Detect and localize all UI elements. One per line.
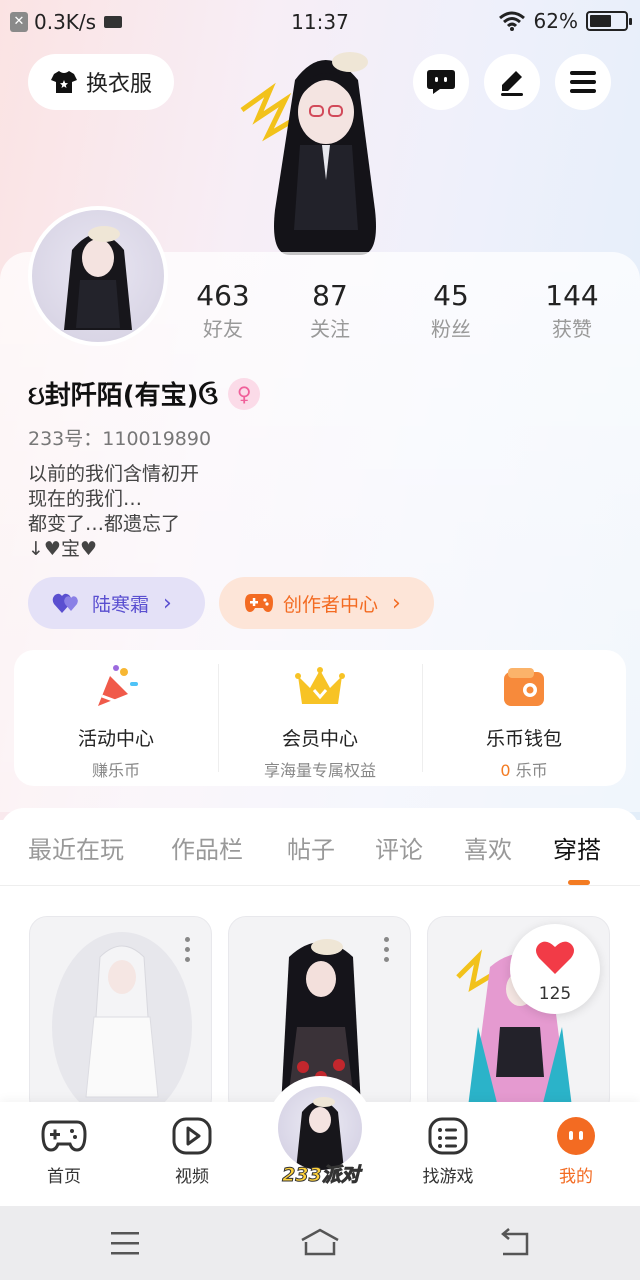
like-count: 125 xyxy=(538,984,572,1004)
back-icon[interactable] xyxy=(495,1226,535,1260)
stat-following[interactable]: 87 关注 xyxy=(280,278,380,344)
chevron-right-icon: › xyxy=(392,590,401,616)
activity-center-button[interactable]: 活动中心 赚乐币 xyxy=(14,650,218,786)
user-bio: 以前的我们含情初开 现在的我们… 都变了…都遗忘了 ↓♥宝♥ xyxy=(28,462,199,562)
nav-label: 视频 xyxy=(175,1167,209,1187)
coin-balance: 0 xyxy=(500,761,511,780)
feature-subtitle: 赚乐币 xyxy=(91,761,140,780)
tab-works[interactable]: 作品栏 xyxy=(171,830,243,865)
feature-title: 活动中心 xyxy=(77,728,154,750)
list-icon xyxy=(428,1117,468,1155)
gamepad-icon xyxy=(245,594,273,612)
feature-title: 会员中心 xyxy=(281,728,358,750)
party-avatar-image xyxy=(296,1097,344,1170)
outfit-card[interactable] xyxy=(29,916,212,1116)
stat-friends[interactable]: 463 好友 xyxy=(173,278,273,344)
party-popper-icon xyxy=(98,665,138,706)
edit-profile-button[interactable] xyxy=(484,54,540,110)
feature-subtitle: 0 乐币 xyxy=(422,757,626,781)
bio-line: 现在的我们… xyxy=(28,488,143,510)
female-gender-icon: ♀ xyxy=(228,377,261,410)
status-bar: ✕ 0.3K/s 11:37 62% xyxy=(0,0,640,44)
coin-unit: 乐币 xyxy=(515,761,548,780)
character-avatar-illustration xyxy=(240,52,376,255)
recent-apps-icon[interactable] xyxy=(105,1226,145,1260)
tab-outfits[interactable]: 穿搭 xyxy=(553,830,601,865)
more-options-icon[interactable] xyxy=(384,937,390,967)
nav-video[interactable]: 视频 xyxy=(142,1116,242,1187)
profile-tabs: 最近在玩 作品栏 帖子 评论 喜欢 穿搭 xyxy=(0,808,640,886)
shirt-icon xyxy=(50,71,77,93)
pencil-icon xyxy=(501,71,523,96)
tab-recently-played[interactable]: 最近在玩 xyxy=(28,830,124,865)
message-button[interactable] xyxy=(413,54,469,110)
bio-line: ↓♥宝♥ xyxy=(28,538,97,560)
stat-label: 关注 xyxy=(310,317,350,341)
nav-label: 首页 xyxy=(47,1167,81,1187)
double-heart-icon xyxy=(52,593,78,613)
stat-value: 463 xyxy=(196,279,250,312)
bio-line: 以前的我们含情初开 xyxy=(28,463,200,485)
change-outfit-button[interactable]: 换衣服 xyxy=(28,54,174,110)
tab-likes[interactable]: 喜欢 xyxy=(464,830,512,865)
member-center-button[interactable]: 会员中心 享海量专属权益 xyxy=(218,650,422,786)
active-tab-indicator xyxy=(568,880,590,885)
user-avatar[interactable] xyxy=(28,206,168,346)
battery-icon xyxy=(586,11,632,31)
party-nav-button[interactable] xyxy=(278,1086,362,1170)
smiley-profile-icon xyxy=(557,1117,595,1155)
feature-shortcuts: 活动中心 赚乐币 会员中心 享海量专属权益 乐币钱包 0 乐币 xyxy=(14,650,626,786)
like-button[interactable]: 125 xyxy=(510,924,600,1014)
creator-center-label: 创作者中心 xyxy=(283,593,379,616)
wallet-button[interactable]: 乐币钱包 0 乐币 xyxy=(422,650,626,786)
stat-label: 获赞 xyxy=(552,317,592,341)
change-outfit-label: 换衣服 xyxy=(85,72,152,97)
party-logo[interactable]: 233派对 xyxy=(276,1160,366,1187)
stat-value: 45 xyxy=(433,279,469,312)
nav-label: 我的 xyxy=(559,1167,593,1187)
crown-icon xyxy=(295,667,345,704)
nav-me[interactable]: 我的 xyxy=(526,1116,626,1187)
chevron-right-icon: › xyxy=(163,590,172,616)
nav-home[interactable]: 首页 xyxy=(14,1116,114,1187)
username: ઇ封阡陌(有宝)ઉ xyxy=(28,381,219,411)
companion-pill-button[interactable]: 陆寒霜 › xyxy=(28,577,205,629)
battery-percent: 62% xyxy=(533,9,578,33)
wifi-icon xyxy=(498,11,525,31)
hamburger-menu-icon xyxy=(570,71,596,93)
nav-find-games[interactable]: 找游戏 xyxy=(398,1116,498,1187)
stat-likes-received[interactable]: 144 获赞 xyxy=(522,278,622,344)
wallet-icon xyxy=(504,668,544,706)
status-right: 62% xyxy=(498,9,632,33)
menu-button[interactable] xyxy=(555,54,611,110)
username-row: ઇ封阡陌(有宝)ઉ ♀ xyxy=(28,375,261,412)
tab-posts[interactable]: 帖子 xyxy=(287,830,335,865)
companion-name: 陆寒霜 xyxy=(92,593,150,616)
gamepad-nav-icon xyxy=(41,1120,87,1152)
feature-title: 乐币钱包 xyxy=(485,728,562,750)
stat-value: 87 xyxy=(312,279,348,312)
play-circle-icon xyxy=(172,1117,212,1155)
system-navigation-bar xyxy=(0,1206,640,1280)
battery-level xyxy=(590,15,612,27)
stat-value: 144 xyxy=(545,279,599,312)
more-options-icon[interactable] xyxy=(185,937,191,967)
bio-line: 都变了…都遗忘了 xyxy=(28,513,181,535)
profile-stats: 463 好友 87 关注 45 粉丝 144 获赞 xyxy=(170,278,640,348)
chat-bubble-icon xyxy=(427,70,455,94)
creator-center-button[interactable]: 创作者中心 › xyxy=(219,577,434,629)
tab-comments[interactable]: 评论 xyxy=(375,830,423,865)
home-icon[interactable] xyxy=(300,1226,340,1260)
stat-label: 好友 xyxy=(203,317,243,341)
avatar-character-image xyxy=(64,226,132,330)
stat-fans[interactable]: 45 粉丝 xyxy=(401,278,501,344)
stat-label: 粉丝 xyxy=(431,317,471,341)
feature-subtitle: 享海量专属权益 xyxy=(263,761,376,780)
nav-label: 找游戏 xyxy=(422,1167,474,1187)
heart-icon xyxy=(536,941,574,974)
user-id[interactable]: 233号：110019890 xyxy=(28,424,211,451)
